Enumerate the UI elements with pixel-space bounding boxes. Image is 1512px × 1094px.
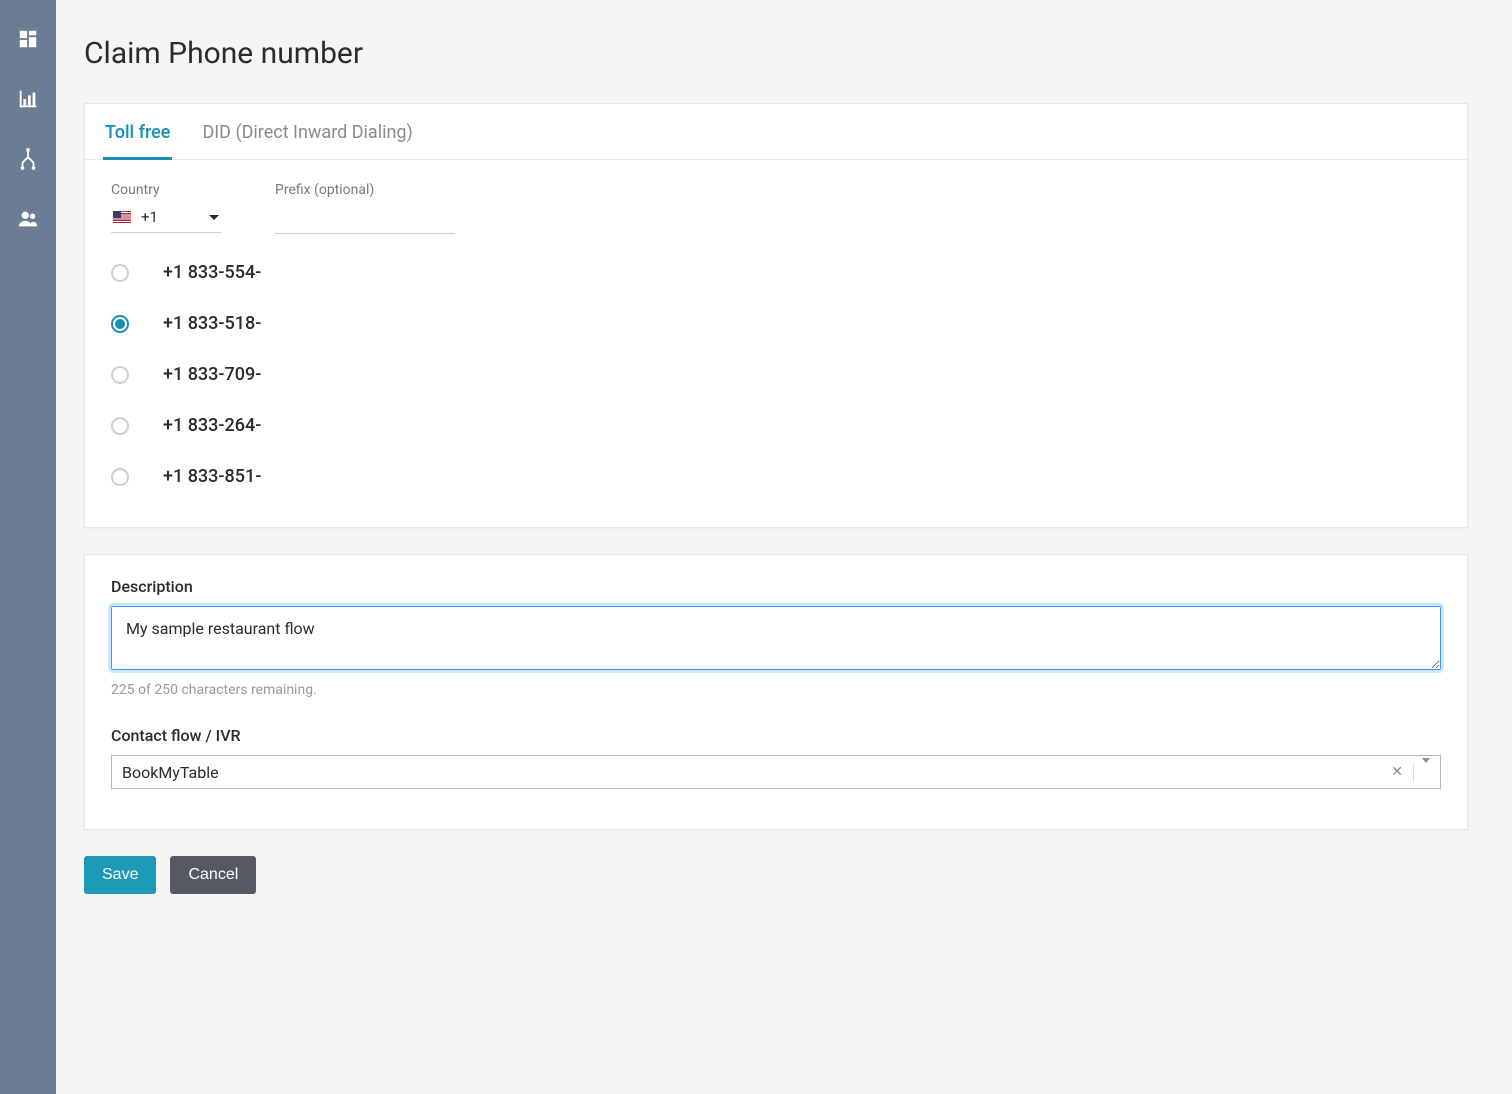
phone-option[interactable]: +1 833-709-: [111, 364, 1441, 385]
dashboard-icon[interactable]: [17, 28, 39, 50]
main-content: Claim Phone number Toll free DID (Direct…: [56, 0, 1496, 1094]
contact-flow-label: Contact flow / IVR: [111, 726, 1441, 745]
chevron-down-icon: [1413, 763, 1430, 782]
radio-icon: [111, 315, 129, 333]
contact-flow-select[interactable]: BookMyTable ✕: [111, 755, 1441, 789]
phone-number-value: +1 833-851-: [163, 466, 261, 487]
description-char-count: 225 of 250 characters remaining.: [111, 682, 1441, 698]
tab-did[interactable]: DID (Direct Inward Dialing): [200, 104, 414, 160]
prefix-label: Prefix (optional): [275, 182, 455, 198]
users-icon[interactable]: [17, 208, 39, 230]
chevron-down-icon: [209, 215, 219, 220]
radio-icon: [111, 366, 129, 384]
country-field: Country +1: [111, 182, 221, 234]
phone-option[interactable]: +1 833-264-: [111, 415, 1441, 436]
country-code: +1: [141, 208, 199, 226]
phone-number-value: +1 833-518-: [163, 313, 261, 334]
phone-number-value: +1 833-554-: [163, 262, 261, 283]
country-label: Country: [111, 182, 221, 198]
country-select[interactable]: +1: [111, 204, 221, 233]
description-label: Description: [111, 577, 1441, 596]
routing-icon[interactable]: [17, 148, 39, 170]
tabs: Toll free DID (Direct Inward Dialing): [85, 104, 1467, 160]
save-button[interactable]: Save: [84, 856, 156, 894]
contact-flow-value: BookMyTable: [122, 763, 1385, 782]
radio-icon: [111, 264, 129, 282]
cancel-button[interactable]: Cancel: [170, 856, 256, 894]
phone-number-value: +1 833-709-: [163, 364, 261, 385]
phone-number-card: Toll free DID (Direct Inward Dialing) Co…: [84, 103, 1468, 528]
phone-number-value: +1 833-264-: [163, 415, 261, 436]
details-card: Description 225 of 250 characters remain…: [84, 554, 1468, 830]
action-bar: Save Cancel: [84, 856, 1468, 894]
radio-icon: [111, 468, 129, 486]
phone-option[interactable]: +1 833-554-: [111, 262, 1441, 283]
prefix-field: Prefix (optional): [275, 182, 455, 234]
phone-number-list: +1 833-554- +1 833-518- +1 833-709- +1 8…: [111, 262, 1441, 487]
close-icon[interactable]: ✕: [1385, 764, 1409, 780]
page-title: Claim Phone number: [84, 36, 1468, 71]
phone-option[interactable]: +1 833-851-: [111, 466, 1441, 487]
description-textarea[interactable]: [111, 606, 1441, 670]
tab-toll-free[interactable]: Toll free: [103, 104, 172, 160]
phone-option[interactable]: +1 833-518-: [111, 313, 1441, 334]
us-flag-icon: [113, 211, 131, 223]
prefix-input[interactable]: [275, 204, 455, 234]
radio-icon: [111, 417, 129, 435]
metrics-icon[interactable]: [17, 88, 39, 110]
sidebar: [0, 0, 56, 1094]
